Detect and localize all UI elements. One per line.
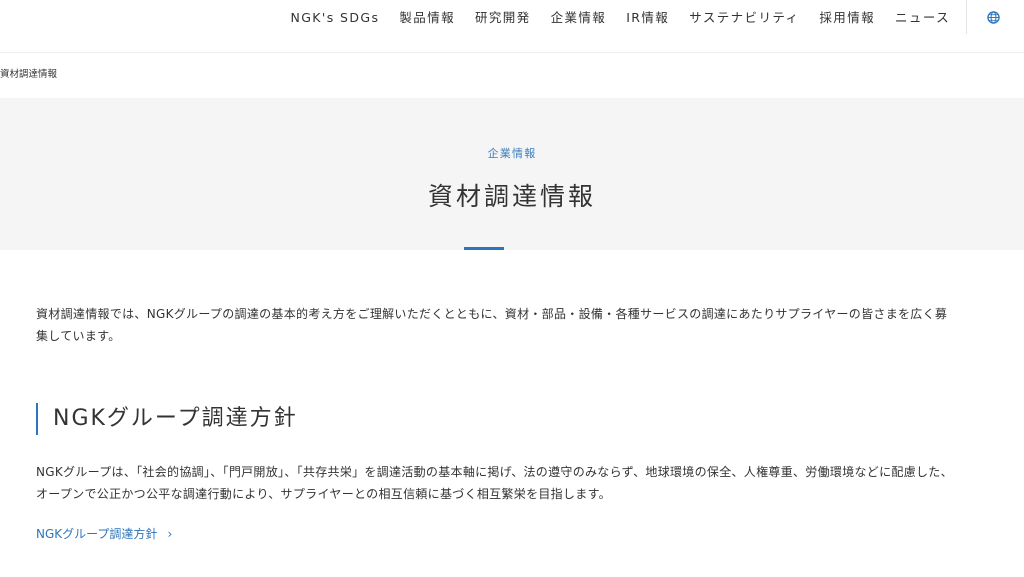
nav-item-research[interactable]: 研究開発 [475,9,531,27]
nav-item-sustainability[interactable]: サステナビリティ [689,9,799,27]
chevron-right-icon: › [167,527,173,541]
intro-text: 資材調達情報では、NGKグループの調達の基本的考え方をご理解いただくとともに、資… [36,307,948,343]
nav-item-careers[interactable]: 採用情報 [819,9,875,27]
page-title: 資材調達情報 [427,182,596,211]
nav-item-company[interactable]: 企業情報 [551,9,607,27]
section-accent-bar [36,403,38,435]
section-title: NGKグループ調達方針 [53,406,298,431]
nav-item-products[interactable]: 製品情報 [399,9,455,27]
hero-category[interactable]: 企業情報 [0,145,1024,161]
section-body-text: NGKグループは、「社会的協調」、「門戸開放」、「共存共栄」を調達活動の基本軸に… [36,465,953,501]
procurement-policy-link[interactable]: NGKグループ調達方針 › [36,525,172,543]
nav-item-ir[interactable]: IR情報 [626,9,669,27]
breadcrumb[interactable]: 資材調達情報 [0,66,57,80]
nav-item-sdgs[interactable]: NGK's SDGs [290,9,379,27]
nav-item-news[interactable]: ニュース [895,9,950,27]
globe-icon[interactable] [987,11,1000,24]
global-nav: NGK's SDGs 製品情報 研究開発 企業情報 IR情報 サステナビリティ … [0,0,1024,36]
title-accent-bar [464,247,504,250]
procurement-policy-link-label: NGKグループ調達方針 [36,527,158,541]
nav-divider [966,0,967,34]
page-hero: 企業情報 資材調達情報 [0,98,1024,250]
header-divider [0,52,1024,53]
nav-menu: NGK's SDGs 製品情報 研究開発 企業情報 IR情報 サステナビリティ … [270,9,950,27]
